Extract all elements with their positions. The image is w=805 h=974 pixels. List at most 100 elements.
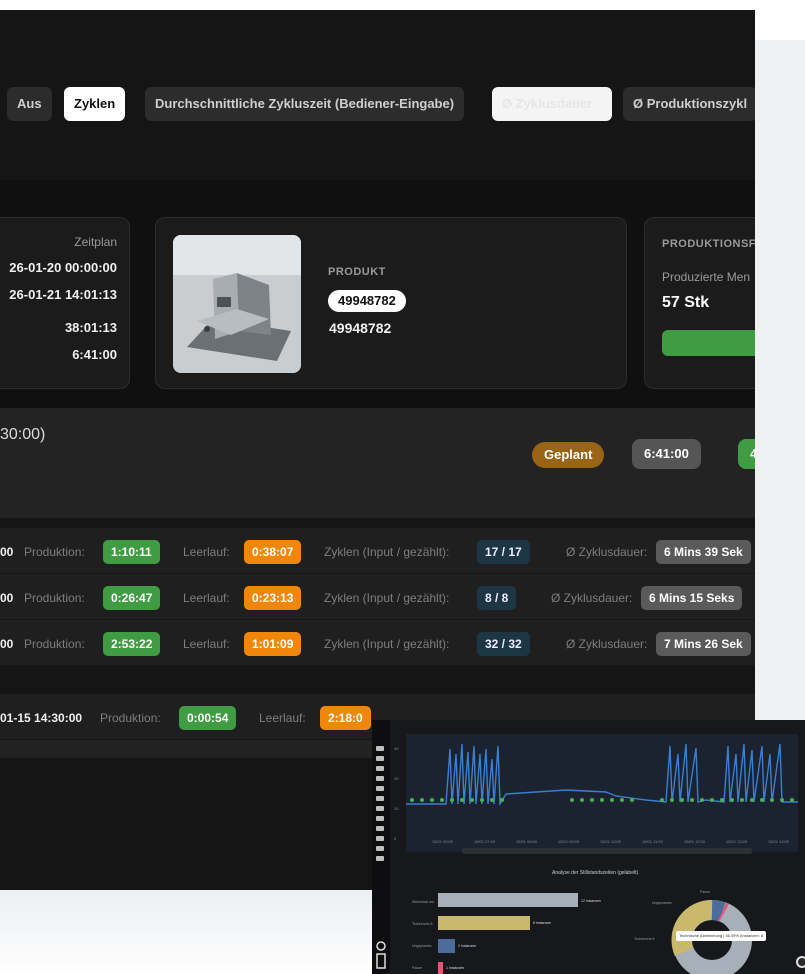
bar-label: Werkstück am [412, 900, 435, 904]
produkt-pill[interactable]: 49948782 [328, 290, 406, 312]
chat-launcher-icon[interactable] [796, 956, 805, 968]
zyklen-value: 17 / 17 [477, 540, 530, 564]
zyklusdauer-label: Ø Zyklusdauer: [551, 591, 633, 605]
produktion-value: 0:26:47 [103, 586, 161, 610]
zeitplan-start: 26-01-20 00:00:00 [9, 260, 117, 275]
zyklusdauer-value: 7 Mins 26 Sek [656, 632, 751, 656]
tab-produktionszyklen[interactable]: Ø Produktionszykl [623, 87, 755, 121]
y-tick: 30 [394, 746, 399, 751]
produktion-label: Produktion: [24, 637, 85, 651]
chart-zoom-slider[interactable] [462, 848, 752, 854]
chart-tooltip: Technische Abstimmung | 36.09% (Instanze… [676, 931, 767, 941]
brand-logo-icon [374, 940, 388, 970]
menu-icon [376, 846, 384, 851]
zyklusdauer-label: Ø Zyklusdauer: [566, 545, 648, 559]
zyklusdauer-value: 6 Mins 39 Sek [656, 540, 751, 564]
x-tick: 15/01 07:00 [474, 839, 496, 844]
menu-icon [376, 796, 384, 801]
leerlauf-label: Leerlauf: [183, 637, 230, 651]
zeitplan-duration: 38:01:13 [64, 320, 117, 335]
tab-aus[interactable]: Aus [7, 87, 52, 121]
bar-value: 1 Instanzen [446, 966, 465, 970]
produktion-label: Produktion: [24, 545, 85, 559]
menu-icon [376, 856, 384, 861]
bar-value: 12 Instanzen [581, 899, 602, 903]
produzierte-menge-label: Produzierte Men [662, 270, 751, 284]
workpiece-photo-icon [173, 235, 301, 373]
bar [438, 916, 530, 930]
y-tick: 0 [394, 836, 397, 841]
produktion-value: 1:10:11 [103, 540, 160, 564]
produktion-label: Produktion: [100, 711, 161, 725]
donut-label: Ungeplantes [652, 901, 672, 905]
produzierte-menge-value: 57 Stk [662, 294, 710, 311]
zyklen-label: Zyklen (Input / gezählt): [324, 545, 450, 559]
menu-icon [376, 836, 384, 841]
leerlauf-label: Leerlauf: [183, 591, 230, 605]
x-tick: 15/01 08:00 [516, 839, 538, 844]
leerlauf-label: Leerlauf: [259, 711, 306, 725]
menu-icon [376, 756, 384, 761]
x-tick: 15/01 09:00 [558, 839, 580, 844]
produkt-number: 49948782 [329, 320, 392, 336]
leerlauf-value: 1:01:09 [244, 632, 302, 656]
bar-value: 2 Instanzen [458, 944, 477, 948]
zyklen-value: 32 / 32 [477, 632, 530, 656]
leerlauf-label: Leerlauf: [183, 545, 230, 559]
row-start-time: 00 [0, 545, 14, 559]
zyklusdauer-value: 6 Mins 15 Seks [641, 586, 743, 610]
zyklen-value: 8 / 8 [477, 586, 517, 610]
menu-icon [376, 786, 384, 791]
zeitplan-title: Zeitplan [74, 235, 117, 249]
summary-time-range: 30:00) [0, 426, 46, 443]
zeitplan-planned: 6:41:00 [72, 347, 117, 362]
background-panel [755, 40, 805, 720]
menu-icon [376, 766, 384, 771]
summary-time-badge: 6:41:00 [632, 439, 701, 469]
thumbnail-sidebar [372, 720, 390, 974]
row-start-time: 01-15 14:30:00 [0, 711, 83, 725]
cycle-row[interactable]: 00 Produktion: 0:26:47 Leerlauf: 0:23:13… [0, 574, 755, 620]
produkt-card: PRODUKT 49948782 49948782 [155, 217, 627, 389]
tab-zyklusdauer[interactable]: Ø Zyklusdauer [492, 87, 612, 121]
x-tick: 15/01 11:00 [642, 839, 663, 844]
produktion-value: 2:53:22 [103, 632, 161, 656]
bar [438, 962, 443, 974]
produkt-label: PRODUKT [328, 266, 386, 278]
menu-icon [376, 746, 384, 751]
bar-label: Ungeplantes [412, 944, 432, 948]
status-badge: Geplant [532, 442, 605, 468]
cycle-line-chart [406, 734, 798, 852]
x-tick: 15/01 10:00 [600, 839, 622, 844]
tab-durchschnittliche-zykluszeit[interactable]: Durchschnittliche Zykluszeit (Bediener-E… [145, 87, 465, 121]
menu-icon [376, 776, 384, 781]
row-start-time: 00 [0, 591, 14, 605]
bar [438, 893, 578, 907]
produktion-label: Produktion: [24, 591, 85, 605]
zyklen-label: Zyklen (Input / gezählt): [324, 637, 450, 651]
x-tick: 15/01 14:00 [768, 839, 790, 844]
x-tick: 15/01 06:00 [432, 839, 454, 844]
produktion-value: 0:00:54 [179, 706, 237, 730]
donut-label: Pause [700, 890, 710, 894]
zeitplan-card: Zeitplan 26-01-20 00:00:00 26-01-21 14:0… [0, 217, 130, 389]
menu-icon [376, 826, 384, 831]
row-start-time: 00 [0, 637, 14, 651]
menu-icon [376, 816, 384, 821]
bar-label: Technische A [412, 922, 433, 926]
produktionsfortschritt-card: PRODUKTIONSF Produzierte Men 57 Stk [644, 217, 755, 389]
tab-bar: Aus Zyklen Durchschnittliche Zykluszeit … [0, 87, 755, 122]
y-tick: 20 [394, 776, 399, 781]
tab-zyklen[interactable]: Zyklen [64, 87, 126, 121]
donut-label: Technische A [634, 937, 655, 941]
cycle-row[interactable]: 00 Produktion: 1:10:11 Leerlauf: 0:38:07… [0, 528, 755, 574]
leerlauf-value: 2:18:0 [320, 706, 371, 730]
chart-thumbnail[interactable]: 30 20 10 0 15/01 06:00 15/01 07:00 15/01… [372, 720, 805, 974]
summary-green-badge: 4 [738, 439, 755, 469]
leerlauf-value: 0:23:13 [244, 586, 302, 610]
cycle-row[interactable]: 00 Produktion: 2:53:22 Leerlauf: 1:01:09… [0, 620, 755, 666]
leerlauf-value: 0:38:07 [244, 540, 302, 564]
menu-icon [376, 806, 384, 811]
zyklen-label: Zyklen (Input / gezählt): [324, 591, 450, 605]
zeitplan-end: 26-01-21 14:01:13 [9, 287, 117, 302]
